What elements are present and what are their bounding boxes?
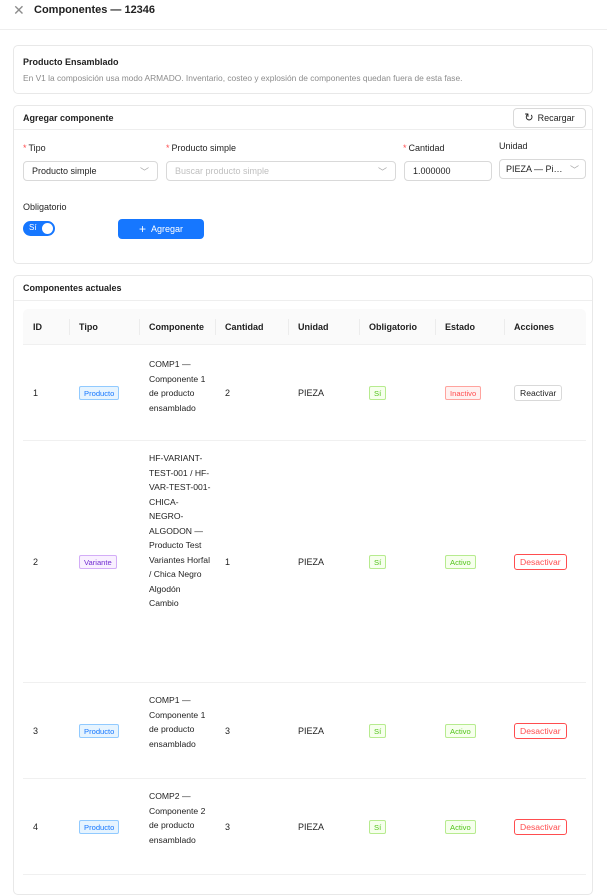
chevron-down-icon: ﹀ bbox=[139, 166, 149, 177]
table-row: 3 Producto COMP1 — Componente 1 de produ… bbox=[23, 683, 586, 779]
unidad-label: Unidad bbox=[499, 141, 528, 151]
producto-placeholder: Buscar producto simple bbox=[175, 166, 270, 176]
current-components-card: Componentes actuales ID Tipo Componente … bbox=[13, 275, 593, 895]
estado-tag: Activo bbox=[445, 820, 476, 834]
col-separator bbox=[69, 319, 70, 335]
cantidad-label: * Cantidad bbox=[403, 143, 445, 153]
col-separator bbox=[359, 319, 360, 335]
row-unidad: PIEZA bbox=[298, 726, 325, 736]
col-separator bbox=[288, 319, 289, 335]
desactivar-button[interactable]: Desactivar bbox=[514, 554, 567, 570]
col-estado: Estado bbox=[445, 322, 476, 332]
producto-label: * Producto simple bbox=[166, 143, 237, 153]
row-cantidad: 1 bbox=[225, 557, 231, 567]
col-componente: Componente bbox=[149, 322, 204, 332]
row-cantidad: 3 bbox=[225, 822, 231, 832]
estado-tag: Activo bbox=[445, 555, 476, 569]
info-card: Producto Ensamblado En V1 la composición… bbox=[13, 45, 593, 94]
table-header: ID Tipo Componente Cantidad Unidad Oblig… bbox=[23, 309, 586, 345]
obligatorio-label: Obligatorio bbox=[23, 202, 67, 212]
row-unidad: PIEZA bbox=[298, 388, 325, 398]
current-components-header: Componentes actuales bbox=[14, 276, 592, 301]
col-separator bbox=[215, 319, 216, 335]
col-separator bbox=[139, 319, 140, 335]
col-cantidad: Cantidad bbox=[225, 322, 264, 332]
row-cantidad: 2 bbox=[225, 388, 231, 398]
reactivar-button[interactable]: Reactivar bbox=[514, 385, 563, 401]
row-componente: HF-VARIANT-TEST-001 / HF-VAR-TEST-001-CH… bbox=[149, 453, 211, 608]
info-description: En V1 la composición usa modo ARMADO. In… bbox=[23, 73, 463, 83]
unidad-select[interactable]: PIEZA — Pie... ﹀ bbox=[499, 159, 586, 179]
tipo-tag: Producto bbox=[79, 386, 120, 400]
tipo-tag: Variante bbox=[79, 555, 117, 569]
col-id: ID bbox=[33, 322, 42, 332]
table-row: 2 Variante HF-VARIANT-TEST-001 / HF-VAR-… bbox=[23, 441, 586, 683]
current-components-title: Componentes actuales bbox=[23, 283, 122, 293]
row-id: 4 bbox=[33, 822, 39, 832]
info-title: Producto Ensamblado bbox=[23, 57, 119, 67]
obligatorio-tag: Sí bbox=[369, 386, 387, 400]
col-acciones: Acciones bbox=[514, 322, 555, 332]
obligatorio-switch[interactable]: Sí bbox=[23, 221, 55, 236]
obligatorio-tag: Sí bbox=[369, 820, 387, 834]
tipo-tag: Producto bbox=[79, 820, 120, 834]
reload-label: Recargar bbox=[537, 113, 575, 123]
plus-icon: + bbox=[138, 222, 146, 236]
add-component-card: Agregar componente ↻ Recargar * Tipo Prod… bbox=[13, 105, 593, 264]
row-id: 1 bbox=[33, 388, 39, 398]
add-component-title: Agregar componente bbox=[23, 113, 114, 123]
tipo-select[interactable]: Producto simple ﹀ bbox=[23, 161, 158, 181]
row-unidad: PIEZA bbox=[298, 822, 325, 832]
chevron-down-icon: ﹀ bbox=[569, 164, 579, 175]
table-row: 4 Producto COMP2 — Componente 2 de produ… bbox=[23, 779, 586, 875]
row-unidad: PIEZA bbox=[298, 557, 325, 567]
tipo-label: * Tipo bbox=[23, 143, 46, 153]
obligatorio-tag: Sí bbox=[369, 555, 387, 569]
tipo-select-value: Producto simple bbox=[32, 166, 97, 176]
switch-knob bbox=[42, 223, 53, 234]
desactivar-button[interactable]: Desactivar bbox=[514, 723, 567, 739]
close-icon[interactable]: ✕ bbox=[13, 3, 25, 17]
components-table: ID Tipo Componente Cantidad Unidad Oblig… bbox=[23, 309, 586, 875]
row-componente: COMP1 — Componente 1 de producto ensambl… bbox=[149, 695, 206, 749]
estado-tag: Inactivo bbox=[445, 386, 482, 400]
add-button[interactable]: + Agregar bbox=[118, 219, 204, 239]
reload-icon: ↻ bbox=[524, 112, 534, 124]
table-row: 1 Producto COMP1 — Componente 1 de produ… bbox=[23, 345, 586, 441]
switch-label: Sí bbox=[29, 223, 37, 232]
drawer-title: Componentes — 12346 bbox=[34, 4, 156, 16]
cantidad-input[interactable] bbox=[404, 161, 492, 181]
drawer-header: ✕ Componentes — 12346 bbox=[0, 0, 607, 30]
col-obligatorio: Obligatorio bbox=[369, 322, 417, 332]
row-id: 2 bbox=[33, 557, 39, 567]
row-cantidad: 3 bbox=[225, 726, 231, 736]
row-componente: COMP1 — Componente 1 de producto ensambl… bbox=[149, 359, 206, 413]
row-componente: COMP2 — Componente 2 de producto ensambl… bbox=[149, 791, 206, 845]
chevron-down-icon: ﹀ bbox=[377, 166, 387, 177]
col-unidad: Unidad bbox=[298, 322, 329, 332]
col-separator bbox=[435, 319, 436, 335]
add-component-header: Agregar componente ↻ Recargar bbox=[14, 106, 592, 130]
obligatorio-tag: Sí bbox=[369, 724, 387, 738]
row-id: 3 bbox=[33, 726, 39, 736]
estado-tag: Activo bbox=[445, 724, 476, 738]
desactivar-button[interactable]: Desactivar bbox=[514, 819, 567, 835]
producto-search-select[interactable]: Buscar producto simple ﹀ bbox=[166, 161, 396, 181]
add-label: Agregar bbox=[150, 224, 184, 234]
tipo-tag: Producto bbox=[79, 724, 120, 738]
col-tipo: Tipo bbox=[79, 322, 98, 332]
reload-button[interactable]: ↻ Recargar bbox=[513, 108, 586, 128]
col-separator bbox=[504, 319, 505, 335]
unidad-select-value: PIEZA — Pie... bbox=[506, 164, 566, 174]
